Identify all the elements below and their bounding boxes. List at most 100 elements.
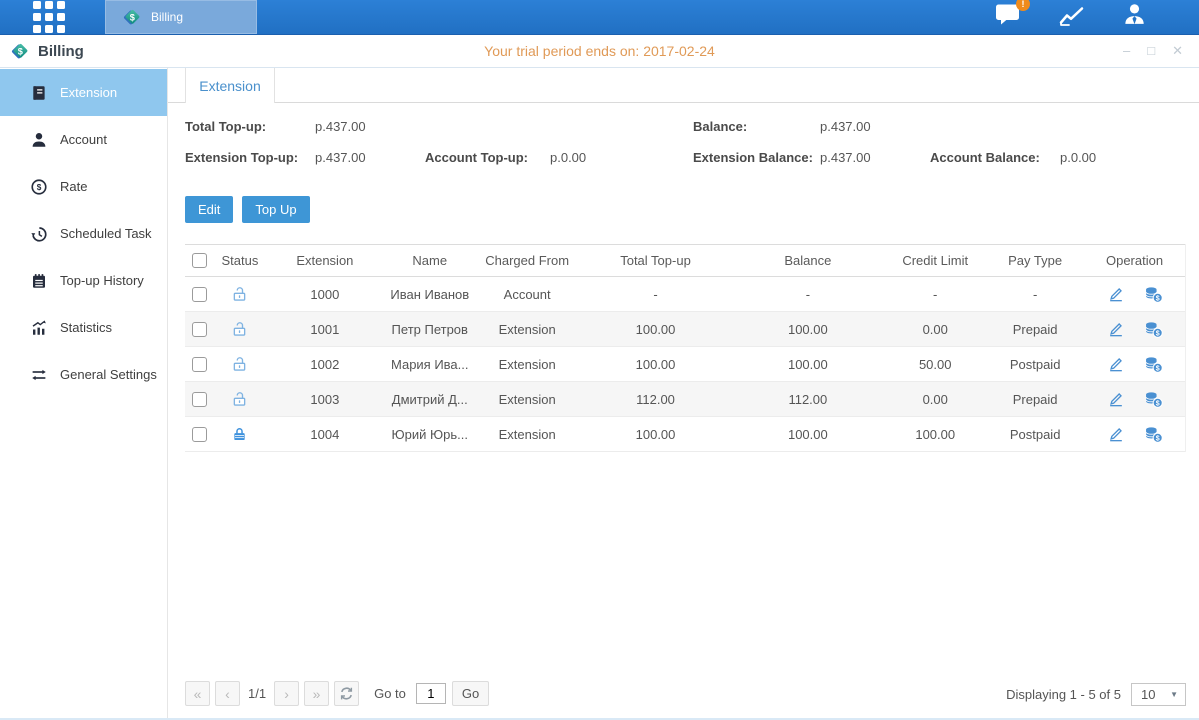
- cell-balance: 100.00: [731, 357, 884, 372]
- account-balance-label: Account Balance:: [930, 150, 1040, 165]
- tab-extension[interactable]: Extension: [185, 68, 275, 103]
- top-up-row-icon[interactable]: $: [1143, 284, 1164, 305]
- tab-label: Extension: [199, 78, 260, 94]
- row-checkbox[interactable]: [192, 427, 207, 442]
- balance-label: Balance:: [693, 119, 747, 134]
- cell-charged-from: Extension: [475, 322, 580, 337]
- sidebar-item-label: Scheduled Task: [60, 226, 152, 241]
- user-account-icon[interactable]: [1122, 2, 1147, 32]
- taskbar-billing-app[interactable]: $ Billing: [105, 0, 257, 34]
- edit-button[interactable]: Edit: [185, 196, 233, 223]
- sidebar-item-account[interactable]: Account: [0, 116, 167, 163]
- col-total-topup: Total Top-up: [580, 253, 732, 268]
- maximize-icon[interactable]: □: [1147, 43, 1155, 59]
- edit-row-icon[interactable]: [1106, 284, 1126, 304]
- cell-balance: 112.00: [731, 392, 884, 407]
- cell-extension: 1004: [265, 427, 385, 442]
- row-checkbox[interactable]: [192, 322, 207, 337]
- col-pay-type: Pay Type: [986, 253, 1084, 268]
- sidebar-item-extension[interactable]: Extension: [0, 69, 167, 116]
- extension-topup-label: Extension Top-up:: [185, 150, 298, 165]
- sidebar-item-rate[interactable]: $ Rate: [0, 163, 167, 210]
- svg-text:$: $: [1155, 330, 1159, 337]
- cell-name: Мария Ива...: [385, 357, 475, 372]
- row-checkbox[interactable]: [192, 287, 207, 302]
- top-up-row-icon[interactable]: $: [1143, 424, 1164, 445]
- prev-page-button[interactable]: ‹: [215, 681, 240, 706]
- first-page-button[interactable]: «: [185, 681, 210, 706]
- sidebar-item-scheduled-task[interactable]: Scheduled Task: [0, 210, 167, 257]
- pagination-summary: Displaying 1 - 5 of 5 10 ▼: [1006, 683, 1186, 706]
- svg-text:$: $: [130, 13, 135, 23]
- sidebar-item-label: Account: [60, 132, 107, 147]
- page-indicator: 1/1: [248, 686, 266, 701]
- page-size-select[interactable]: 10 ▼: [1131, 683, 1186, 706]
- top-up-button[interactable]: Top Up: [242, 196, 309, 223]
- minimize-icon[interactable]: –: [1123, 43, 1130, 59]
- next-page-button[interactable]: ›: [274, 681, 299, 706]
- cell-name: Дмитрий Д...: [385, 392, 475, 407]
- extension-balance-label: Extension Balance:: [693, 150, 813, 165]
- cell-pay-type: Prepaid: [986, 392, 1084, 407]
- svg-text:$: $: [1155, 365, 1159, 372]
- monitor-chart-icon[interactable]: [1058, 3, 1086, 32]
- col-extension: Extension: [265, 253, 385, 268]
- table-row: 1003 Дмитрий Д... Extension 112.00 112.0…: [185, 382, 1185, 417]
- edit-row-icon[interactable]: [1106, 424, 1126, 444]
- notification-badge: !: [1016, 0, 1030, 11]
- tab-strip: Extension: [168, 68, 1199, 103]
- go-button[interactable]: Go: [452, 681, 489, 706]
- sidebar-item-topup-history[interactable]: Top-up History: [0, 257, 167, 304]
- edit-row-icon[interactable]: [1106, 319, 1126, 339]
- cell-extension: 1003: [265, 392, 385, 407]
- displaying-text: Displaying 1 - 5 of 5: [1006, 687, 1121, 702]
- goto-page-input[interactable]: [416, 683, 446, 704]
- general-settings-sliders-icon: [30, 366, 48, 384]
- window-body: Extension Account $ Rate: [0, 68, 1199, 718]
- cell-charged-from: Extension: [475, 357, 580, 372]
- cell-pay-type: Prepaid: [986, 322, 1084, 337]
- window-title: Billing: [38, 43, 84, 60]
- cell-extension: 1002: [265, 357, 385, 372]
- topup-history-notebook-icon: [30, 272, 48, 290]
- sidebar-item-statistics[interactable]: Statistics: [0, 304, 167, 351]
- notifications-chat-icon[interactable]: !: [995, 3, 1022, 31]
- col-name: Name: [385, 253, 475, 268]
- edit-row-icon[interactable]: [1106, 354, 1126, 374]
- last-page-button[interactable]: »: [304, 681, 329, 706]
- status-unlocked-icon: [230, 355, 249, 374]
- sidebar-item-label: Top-up History: [60, 273, 144, 288]
- refresh-button[interactable]: [334, 681, 359, 706]
- cell-extension: 1001: [265, 322, 385, 337]
- sidebar-item-general-settings[interactable]: General Settings: [0, 351, 167, 398]
- extension-table: Status Extension Name Charged From Total…: [185, 244, 1186, 452]
- app-launcher-icon[interactable]: [33, 1, 65, 33]
- system-topbar: $ Billing !: [0, 0, 1199, 35]
- close-icon[interactable]: ✕: [1172, 43, 1183, 59]
- cell-credit-limit: 0.00: [884, 392, 986, 407]
- cell-balance: 100.00: [731, 322, 884, 337]
- total-topup-value: p.437.00: [315, 119, 366, 134]
- table-row: 1000 Иван Иванов Account - - - -: [185, 277, 1185, 312]
- sidebar: Extension Account $ Rate: [0, 68, 168, 718]
- svg-text:$: $: [18, 47, 23, 57]
- account-topup-label: Account Top-up:: [425, 150, 528, 165]
- col-charged-from: Charged From: [475, 253, 580, 268]
- select-all-checkbox[interactable]: [192, 253, 207, 268]
- taskbar-app-label: Billing: [151, 10, 183, 24]
- cell-charged-from: Extension: [475, 392, 580, 407]
- top-up-row-icon[interactable]: $: [1143, 319, 1164, 340]
- row-checkbox[interactable]: [192, 392, 207, 407]
- total-topup-label: Total Top-up:: [185, 119, 266, 134]
- top-up-row-icon[interactable]: $: [1143, 354, 1164, 375]
- row-checkbox[interactable]: [192, 357, 207, 372]
- cell-balance: 100.00: [731, 427, 884, 442]
- edit-row-icon[interactable]: [1106, 389, 1126, 409]
- toolbar: Edit Top Up: [185, 196, 1199, 223]
- svg-text:$: $: [1155, 400, 1159, 407]
- cell-pay-type: -: [986, 287, 1084, 302]
- top-up-row-icon[interactable]: $: [1143, 389, 1164, 410]
- col-credit-limit: Credit Limit: [884, 253, 986, 268]
- account-person-icon: [30, 131, 48, 149]
- table-header-row: Status Extension Name Charged From Total…: [185, 244, 1185, 277]
